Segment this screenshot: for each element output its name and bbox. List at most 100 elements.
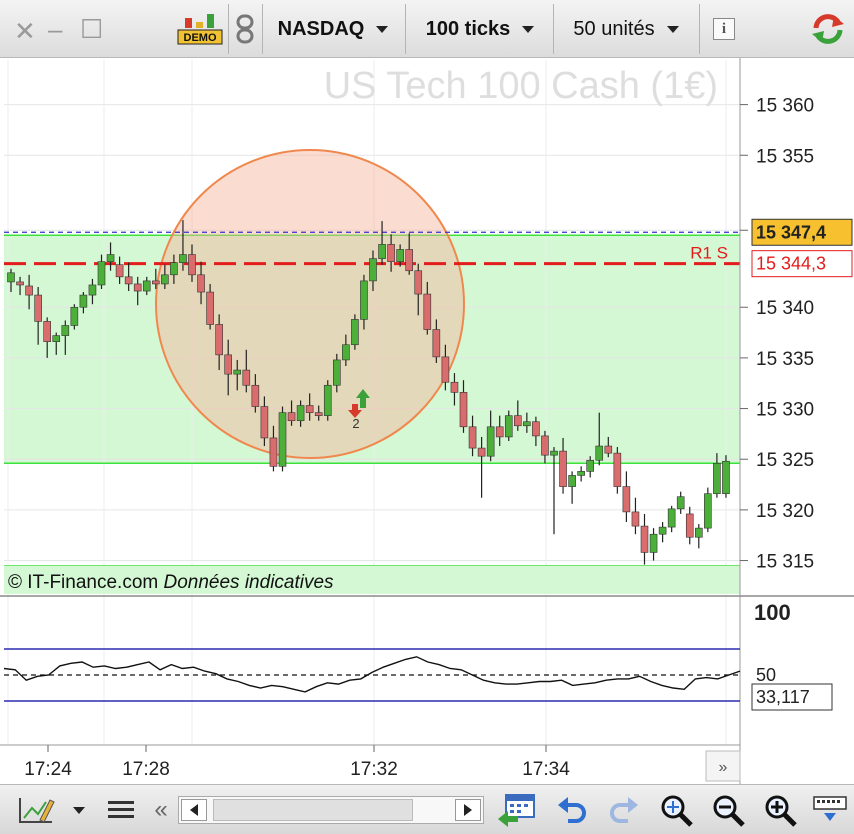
candle-up bbox=[577, 471, 585, 476]
candle-up bbox=[713, 462, 721, 494]
zoom-out-icon bbox=[713, 795, 745, 827]
maximize-icon[interactable]: ☐ bbox=[80, 14, 103, 45]
scroll-right-arrow-button[interactable] bbox=[455, 799, 481, 821]
zoom-in-button[interactable] bbox=[760, 793, 800, 827]
calendar-icon bbox=[498, 794, 535, 827]
candle-up bbox=[296, 405, 305, 422]
candle-down bbox=[423, 293, 432, 330]
candle-up bbox=[486, 426, 495, 457]
chevron-down-icon bbox=[73, 806, 85, 814]
candle-down bbox=[224, 354, 232, 375]
scrollbar-track[interactable] bbox=[178, 796, 484, 824]
chevron-down-icon bbox=[522, 25, 535, 33]
candle-up bbox=[351, 319, 359, 346]
candle-down bbox=[305, 405, 314, 413]
refresh-button[interactable] bbox=[808, 6, 848, 52]
candle-down bbox=[269, 437, 278, 467]
candle-down bbox=[477, 447, 486, 457]
candle-down bbox=[251, 384, 260, 407]
watermark-text: © IT-Finance.com Données indicatives bbox=[8, 572, 334, 593]
demo-indicator[interactable]: DEMO bbox=[176, 6, 224, 52]
price-tick-label: 15 355 bbox=[756, 146, 814, 167]
candle-up bbox=[170, 262, 178, 276]
candle-down bbox=[188, 254, 196, 276]
horizontal-scrollbar[interactable] bbox=[178, 793, 484, 827]
candle-down bbox=[152, 280, 160, 285]
candle-down bbox=[115, 264, 124, 278]
scroll-left-button[interactable] bbox=[181, 799, 207, 821]
candle-down bbox=[532, 421, 540, 437]
time-tick-label: 17:24 bbox=[24, 759, 72, 780]
time-tick-label: 17:28 bbox=[122, 759, 170, 780]
minimize-icon[interactable]: – bbox=[48, 14, 62, 45]
candle-up bbox=[704, 493, 712, 529]
chevron-down-icon bbox=[666, 25, 679, 33]
candle-up bbox=[396, 249, 404, 262]
candle-down bbox=[541, 435, 549, 456]
close-icon[interactable]: ✕ bbox=[14, 16, 36, 47]
drawing-tools-button[interactable] bbox=[14, 793, 58, 827]
candle-up bbox=[142, 280, 151, 292]
candle-down bbox=[34, 294, 42, 322]
candle-up bbox=[106, 254, 115, 262]
candle-down bbox=[43, 321, 52, 342]
chart-panel: US Tech 100 Cash (1€) R1 S 2 © IT-Financ… bbox=[0, 58, 854, 784]
candle-down bbox=[631, 511, 640, 527]
candle-up bbox=[649, 533, 658, 553]
market-label: NASDAQ bbox=[277, 17, 365, 40]
units-dropdown[interactable]: 50 unités bbox=[556, 6, 696, 52]
candle-up bbox=[179, 254, 187, 263]
top-toolbar: ✕ – ☐ DEMO NASDAQ 100 ticks 50 unités i bbox=[0, 0, 854, 58]
candle-up bbox=[161, 274, 169, 285]
candle-up bbox=[550, 450, 558, 456]
price-tick-label: 15 335 bbox=[756, 349, 814, 370]
candle-down bbox=[640, 525, 649, 553]
scroll-to-start-button[interactable]: « bbox=[148, 793, 174, 827]
candle-down bbox=[206, 291, 214, 325]
zoom-in-icon bbox=[765, 795, 797, 827]
signal-count: 2 bbox=[352, 416, 359, 431]
candle-up bbox=[79, 294, 88, 308]
oscillator-top-label: 100 bbox=[754, 600, 791, 625]
zoom-out-button[interactable] bbox=[708, 793, 748, 827]
keyboard-button[interactable] bbox=[810, 793, 850, 827]
ticks-label: 100 ticks bbox=[425, 17, 511, 40]
market-dropdown[interactable]: NASDAQ bbox=[266, 6, 400, 52]
candle-up bbox=[568, 475, 576, 487]
r1-value: 15 344,3 bbox=[756, 254, 826, 274]
price-tick-label: 15 340 bbox=[756, 298, 814, 319]
undo-icon bbox=[558, 797, 586, 823]
go-to-date-button[interactable] bbox=[494, 793, 538, 827]
candle-down bbox=[124, 276, 133, 285]
candle-up bbox=[61, 325, 70, 336]
price-tick-label: 15 315 bbox=[756, 552, 814, 573]
candle-up bbox=[7, 272, 15, 283]
time-tick-label: 17:32 bbox=[350, 759, 398, 780]
menu-button[interactable] bbox=[104, 793, 138, 827]
scrollbar-thumb[interactable] bbox=[213, 799, 413, 821]
candle-up bbox=[694, 527, 703, 538]
oscillator-value: 33,117 bbox=[756, 687, 810, 707]
hamburger-menu-icon bbox=[108, 801, 134, 818]
price-tick-label: 15 325 bbox=[756, 450, 814, 471]
candle-down bbox=[133, 283, 142, 292]
price-chart[interactable]: US Tech 100 Cash (1€) R1 S 2 © IT-Financ… bbox=[0, 58, 854, 784]
candle-down bbox=[260, 406, 269, 439]
ticks-dropdown[interactable]: 100 ticks bbox=[408, 6, 552, 52]
candle-up bbox=[378, 244, 386, 259]
candle-down bbox=[414, 270, 423, 295]
price-tick-label: 15 320 bbox=[756, 501, 814, 522]
drawing-tools-dropdown[interactable] bbox=[64, 793, 94, 827]
candle-down bbox=[604, 445, 613, 454]
units-label: 50 unités bbox=[573, 17, 655, 40]
zoom-fit-button[interactable] bbox=[656, 793, 696, 827]
candle-down bbox=[215, 324, 223, 356]
candle-down bbox=[622, 486, 631, 513]
redo-button[interactable] bbox=[606, 793, 642, 827]
candle-up bbox=[97, 261, 106, 286]
link-icon[interactable] bbox=[230, 6, 260, 52]
candle-down bbox=[613, 452, 622, 487]
oscillator-mid-label: 50 bbox=[756, 665, 776, 685]
info-button[interactable]: i bbox=[712, 6, 736, 52]
undo-button[interactable] bbox=[554, 793, 590, 827]
